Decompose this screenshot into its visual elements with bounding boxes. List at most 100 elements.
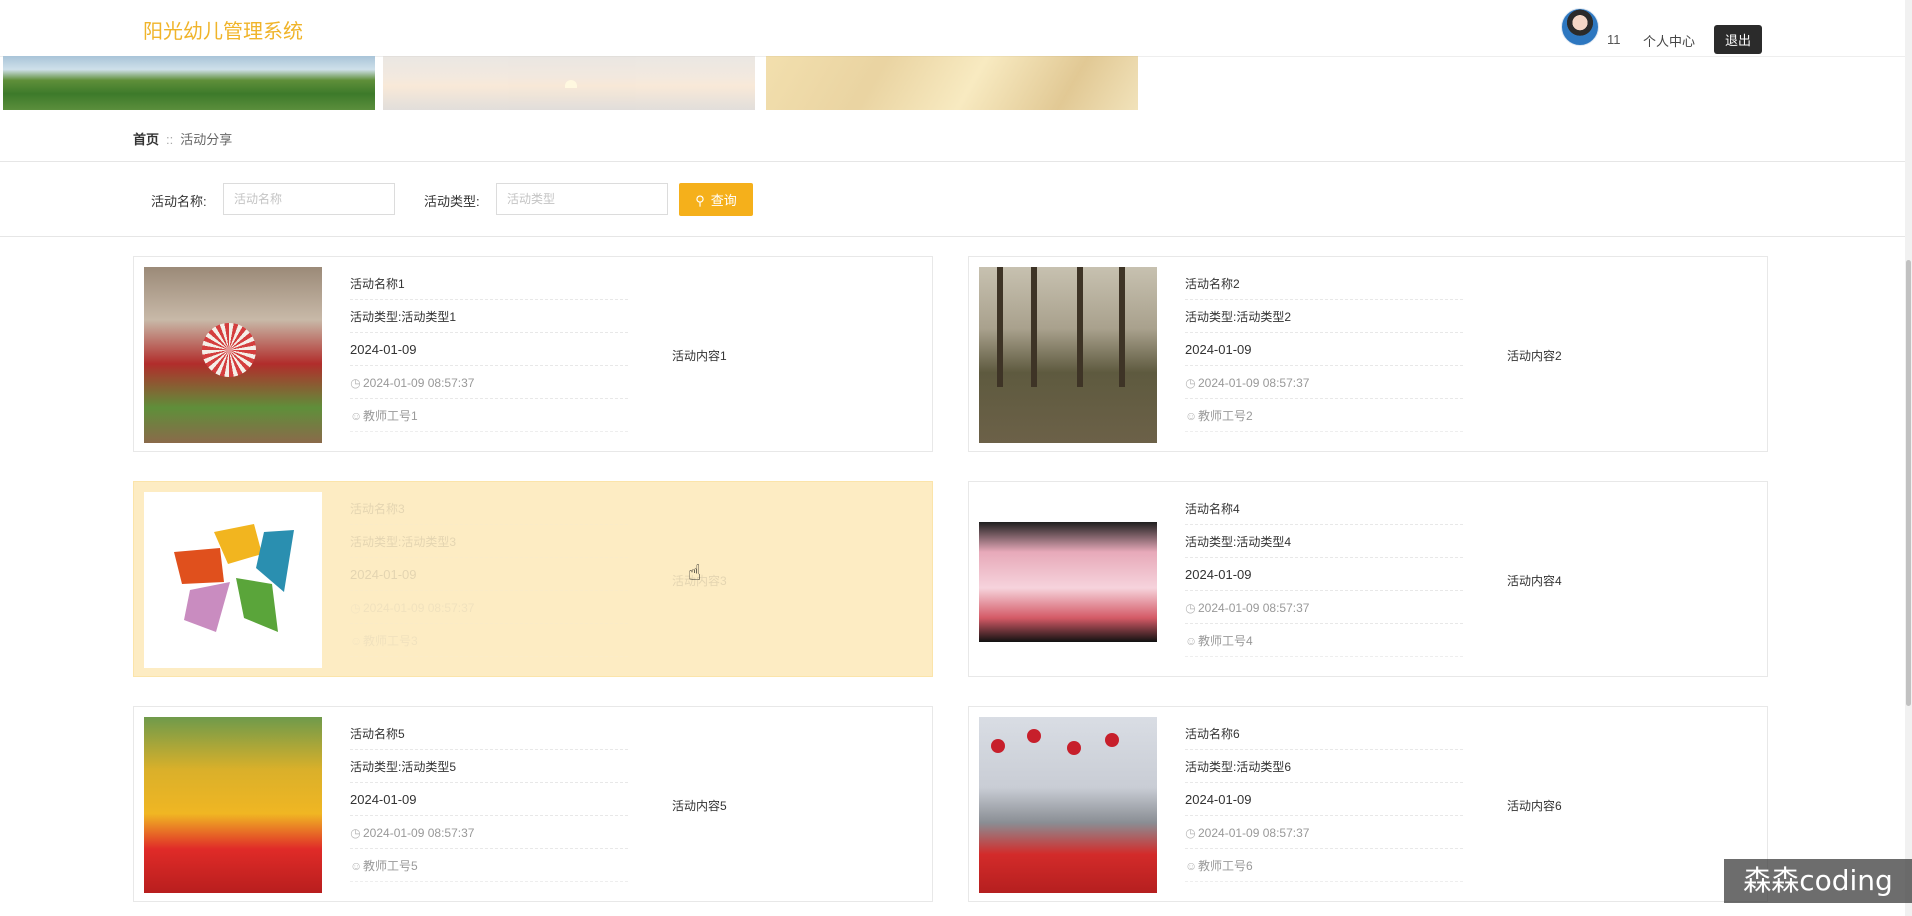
activity-content: 活动内容1 [672, 349, 727, 363]
username-label: 11 [1607, 32, 1621, 47]
scrollbar-thumb[interactable] [1906, 260, 1911, 706]
activity-created: 2024-01-09 08:57:37 [363, 826, 475, 840]
activity-type: 活动类型:活动类型2 [1185, 300, 1463, 333]
activity-name: 活动名称3 [350, 492, 628, 525]
activity-created: 2024-01-09 08:57:37 [363, 601, 475, 615]
divider [0, 236, 1905, 237]
activity-teacher: 教师工号3 [363, 634, 418, 648]
activity-type: 活动类型:活动类型6 [1185, 750, 1463, 783]
tree-shape [1077, 267, 1083, 387]
activity-type-input[interactable] [496, 183, 668, 215]
activity-thumbnail[interactable] [144, 267, 322, 443]
activity-created-row: ◷ 2024-01-09 08:57:37 [350, 591, 628, 624]
activity-thumbnail[interactable] [979, 717, 1157, 893]
search-button-label: 查询 [710, 193, 737, 208]
activity-card[interactable]: 活动名称5 活动类型:活动类型5 2024-01-09 ◷ 2024-01-09 … [133, 706, 933, 902]
activity-date: 2024-01-09 [1185, 558, 1463, 591]
activity-content: 活动内容3 [672, 574, 727, 588]
activity-created-row: ◷ 2024-01-09 08:57:37 [350, 816, 628, 849]
activity-teacher: 教师工号1 [363, 409, 418, 423]
activity-type: 活动类型:活动类型4 [1185, 525, 1463, 558]
activity-info: 活动名称6 活动类型:活动类型6 2024-01-09 ◷ 2024-01-09 … [1185, 717, 1463, 882]
sun-shape [565, 80, 577, 88]
activity-date: 2024-01-09 [350, 783, 628, 816]
activity-card-hovered[interactable]: 活动名称3 活动类型:活动类型3 2024-01-09 ◷ 2024-01-09 … [133, 481, 933, 677]
clock-icon: ◷ [1185, 826, 1196, 840]
tree-shape [997, 267, 1003, 387]
user-icon: ☺ [1185, 409, 1198, 423]
top-header: 阳光幼儿管理系统 11 个人中心 退出 [0, 0, 1905, 57]
activity-card[interactable]: 活动名称6 活动类型:活动类型6 2024-01-09 ◷ 2024-01-09 … [968, 706, 1768, 902]
activity-thumbnail[interactable] [979, 492, 1157, 668]
activity-date: 2024-01-09 [350, 558, 628, 591]
stage-shape [979, 522, 1157, 642]
activity-created: 2024-01-09 08:57:37 [1198, 376, 1310, 390]
decor-shape [202, 323, 256, 377]
activity-created-row: ◷ 2024-01-09 08:57:37 [1185, 816, 1463, 849]
user-icon: ☺ [350, 859, 363, 873]
activity-created-row: ◷ 2024-01-09 08:57:37 [1185, 366, 1463, 399]
activity-card[interactable]: 活动名称2 活动类型:活动类型2 2024-01-09 ◷ 2024-01-09 … [968, 256, 1768, 452]
activity-date: 2024-01-09 [1185, 783, 1463, 816]
user-avatar[interactable] [1561, 8, 1599, 46]
activity-teacher: 教师工号5 [363, 859, 418, 873]
profile-center-link[interactable]: 个人中心 [1643, 31, 1695, 50]
activity-created: 2024-01-09 08:57:37 [1198, 601, 1310, 615]
activity-name-input[interactable] [223, 183, 395, 215]
activity-card[interactable]: 活动名称1 活动类型:活动类型1 2024-01-09 ◷ 2024-01-09 … [133, 256, 933, 452]
activity-teacher-row: ☺教师工号3 [350, 624, 628, 657]
activity-thumbnail[interactable] [979, 267, 1157, 443]
activity-info: 活动名称3 活动类型:活动类型3 2024-01-09 ◷ 2024-01-09 … [350, 492, 628, 657]
activity-info: 活动名称2 活动类型:活动类型2 2024-01-09 ◷ 2024-01-09 … [1185, 267, 1463, 432]
activity-name: 活动名称5 [350, 717, 628, 750]
activity-name: 活动名称2 [1185, 267, 1463, 300]
activity-created-row: ◷ 2024-01-09 08:57:37 [350, 366, 628, 399]
activity-thumbnail[interactable] [144, 717, 322, 893]
breadcrumb: 首页:: 活动分享 [133, 129, 232, 148]
app-title[interactable]: 阳光幼儿管理系统 [143, 15, 303, 44]
clock-icon: ◷ [350, 601, 361, 615]
activity-teacher-row: ☺教师工号4 [1185, 624, 1463, 657]
watermark-label: 森森coding [1724, 859, 1912, 903]
activity-info: 活动名称4 活动类型:活动类型4 2024-01-09 ◷ 2024-01-09 … [1185, 492, 1463, 657]
activity-teacher: 教师工号2 [1198, 409, 1253, 423]
activity-created: 2024-01-09 08:57:37 [1198, 826, 1310, 840]
activity-teacher-row: ☺教师工号5 [350, 849, 628, 882]
activity-name: 活动名称1 [350, 267, 628, 300]
logout-button[interactable]: 退出 [1714, 25, 1762, 54]
user-icon: ☺ [1185, 859, 1198, 873]
breadcrumb-home[interactable]: 首页 [133, 132, 159, 147]
balloon-shape [991, 739, 1005, 753]
activity-type: 活动类型:活动类型3 [350, 525, 628, 558]
banner-image-autumn[interactable] [766, 56, 1138, 110]
activity-type: 活动类型:活动类型5 [350, 750, 628, 783]
banner-image-sunset[interactable] [383, 56, 755, 110]
clock-icon: ◷ [1185, 601, 1196, 615]
activity-content: 活动内容4 [1507, 574, 1562, 588]
activity-date: 2024-01-09 [1185, 333, 1463, 366]
activity-date: 2024-01-09 [350, 333, 628, 366]
activity-teacher: 教师工号4 [1198, 634, 1253, 648]
diagram-graphic [174, 524, 294, 632]
activity-card[interactable]: 活动名称4 活动类型:活动类型4 2024-01-09 ◷ 2024-01-09 … [968, 481, 1768, 677]
activity-teacher-row: ☺教师工号6 [1185, 849, 1463, 882]
activity-teacher-row: ☺教师工号1 [350, 399, 628, 432]
activity-name: 活动名称4 [1185, 492, 1463, 525]
activity-content: 活动内容6 [1507, 799, 1562, 813]
activity-type: 活动类型:活动类型1 [350, 300, 628, 333]
clock-icon: ◷ [1185, 376, 1196, 390]
user-icon: ☺ [350, 409, 363, 423]
breadcrumb-separator: :: [166, 132, 174, 147]
banner-image-mountains[interactable] [3, 56, 375, 110]
activity-info: 活动名称5 活动类型:活动类型5 2024-01-09 ◷ 2024-01-09 … [350, 717, 628, 882]
user-icon: ☺ [1185, 634, 1198, 648]
balloon-shape [1067, 741, 1081, 755]
divider [0, 161, 1905, 162]
clock-icon: ◷ [350, 826, 361, 840]
tree-shape [1119, 267, 1125, 387]
breadcrumb-current: 活动分享 [180, 132, 233, 147]
activity-thumbnail[interactable] [144, 492, 322, 668]
search-icon: ⚲ [695, 193, 705, 208]
search-button[interactable]: ⚲ 查询 [679, 183, 753, 216]
activity-info: 活动名称1 活动类型:活动类型1 2024-01-09 ◷ 2024-01-09 … [350, 267, 628, 432]
